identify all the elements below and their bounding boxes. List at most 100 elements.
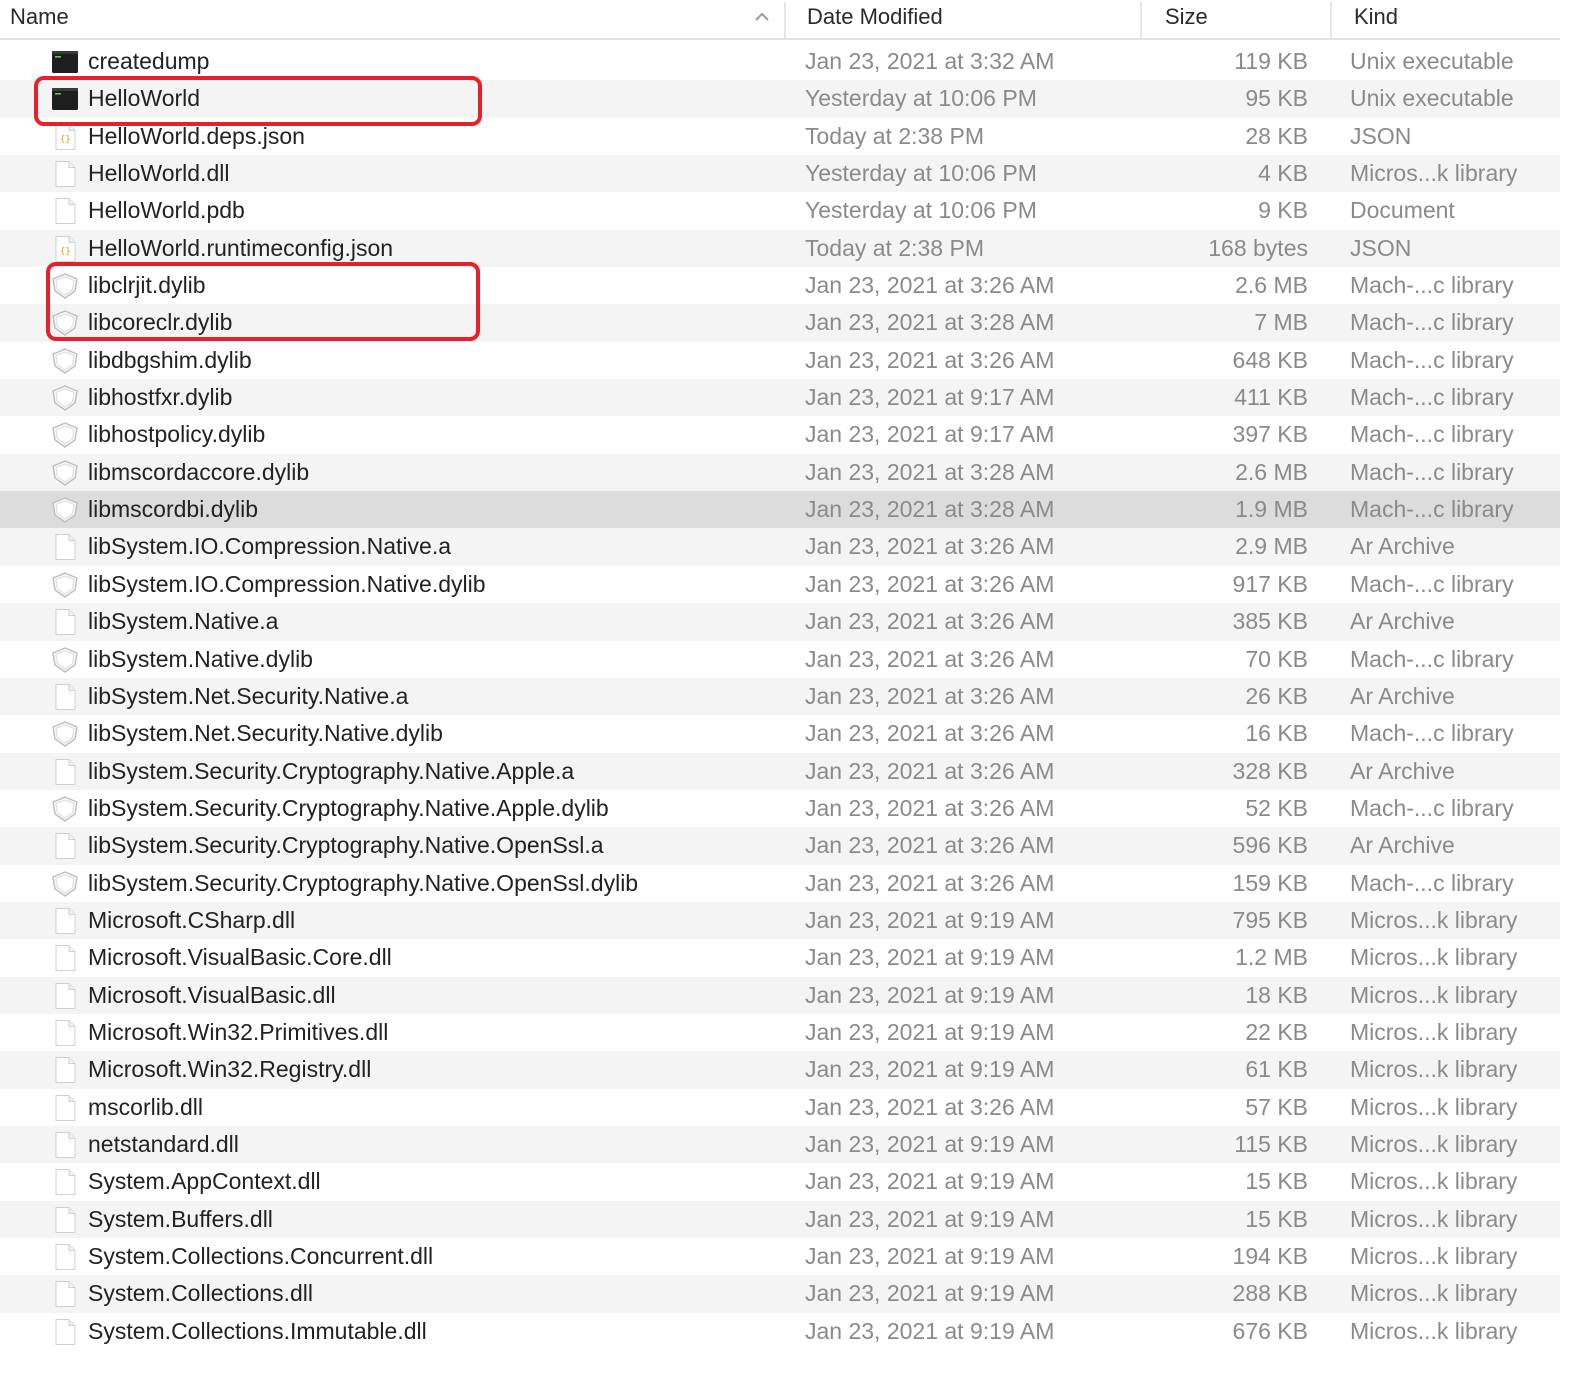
file-row-microsoft-win32-primitives-dll[interactable]: Microsoft.Win32.Primitives.dll Jan 23, 20…	[0, 1014, 1560, 1051]
file-kind: Mach-...c library	[1350, 496, 1514, 523]
file-size: 2.6 MB	[1235, 272, 1308, 299]
document-icon	[51, 1281, 79, 1308]
file-row-helloworld[interactable]: HelloWorld Yesterday at 10:06 PM 95 KB Unix…	[0, 80, 1560, 118]
file-row-helloworld-pdb[interactable]: HelloWorld.pdb Yesterday at 10:06 PM 9 KB D…	[0, 192, 1560, 229]
column-header-name[interactable]: Name	[10, 0, 69, 36]
document-icon	[51, 609, 79, 636]
file-row-libdbgshim-dylib[interactable]: libdbgshim.dylib Jan 23, 2021 at 3:26 AM 6…	[0, 342, 1560, 379]
file-name: System.Buffers.dll	[88, 1205, 273, 1232]
file-date-modified: Jan 23, 2021 at 9:19 AM	[805, 1205, 1055, 1232]
file-row-libsystem-io-compression-native-a[interactable]: libSystem.IO.Compression.Native.a Jan 23,…	[0, 528, 1560, 566]
document-icon	[51, 534, 79, 561]
file-row-helloworld-runtimeconfig-json[interactable]: {} HelloWorld.runtimeconfig.json Today at …	[0, 229, 1560, 268]
document-icon	[51, 982, 79, 1009]
file-kind: Micros...k library	[1350, 1056, 1518, 1083]
column-divider[interactable]	[784, 2, 786, 38]
file-date-modified: Jan 23, 2021 at 9:17 AM	[805, 384, 1055, 411]
file-size: 52 KB	[1245, 794, 1308, 821]
column-header-date-modified[interactable]: Date Modified	[807, 0, 943, 36]
file-kind: Micros...k library	[1350, 1093, 1518, 1120]
file-kind: Unix executable	[1350, 85, 1514, 112]
file-name: HelloWorld.pdb	[88, 197, 245, 224]
file-date-modified: Jan 23, 2021 at 3:26 AM	[805, 869, 1055, 896]
json-file-icon: {}	[51, 235, 79, 262]
file-row-netstandard-dll[interactable]: netstandard.dll Jan 23, 2021 at 9:19 AM 11…	[0, 1125, 1560, 1164]
document-icon	[51, 1094, 79, 1121]
file-row-libsystem-security-cryptography-native-apple-dylib[interactable]: libSystem.Security.Cryptography.Native.A…	[0, 790, 1560, 827]
column-divider[interactable]	[1330, 2, 1332, 38]
file-name: Microsoft.VisualBasic.Core.dll	[88, 944, 392, 971]
column-header-kind[interactable]: Kind	[1354, 0, 1398, 36]
file-row-microsoft-visualbasic-core-dll[interactable]: Microsoft.VisualBasic.Core.dll Jan 23, 20…	[0, 939, 1560, 976]
file-row-mscorlib-dll[interactable]: mscorlib.dll Jan 23, 2021 at 3:26 AM 57 KB…	[0, 1089, 1560, 1126]
file-size: 95 KB	[1245, 85, 1308, 112]
file-row-libhostfxr-dylib[interactable]: libhostfxr.dylib Jan 23, 2021 at 9:17 AM 4…	[0, 379, 1560, 417]
file-row-system-appcontext-dll[interactable]: System.AppContext.dll Jan 23, 2021 at 9:1…	[0, 1163, 1560, 1200]
file-row-libsystem-security-cryptography-native-openssl-a[interactable]: libSystem.Security.Cryptography.Native.O…	[0, 827, 1560, 865]
file-row-helloworld-dll[interactable]: HelloWorld.dll Yesterday at 10:06 PM 4 KB M…	[0, 155, 1560, 193]
file-row-libsystem-io-compression-native-dylib[interactable]: libSystem.IO.Compression.Native.dylib Jan…	[0, 566, 1560, 603]
file-size: 917 KB	[1232, 570, 1308, 597]
file-size: 2.6 MB	[1235, 458, 1308, 485]
document-icon	[51, 198, 79, 225]
file-kind: Mach-...c library	[1350, 720, 1514, 747]
file-name: Microsoft.Win32.Primitives.dll	[88, 1018, 389, 1045]
chevron-up-icon[interactable]	[752, 7, 772, 27]
file-row-libsystem-security-cryptography-native-openssl-dylib[interactable]: libSystem.Security.Cryptography.Native.O…	[0, 865, 1560, 902]
file-kind: Unix executable	[1350, 48, 1514, 74]
file-name: mscorlib.dll	[88, 1093, 204, 1120]
file-kind: Mach-...c library	[1350, 346, 1514, 373]
file-kind: Micros...k library	[1350, 906, 1518, 933]
file-date-modified: Yesterday at 10:06 PM	[805, 85, 1037, 112]
dylib-shield-icon	[51, 347, 79, 374]
file-row-system-collections-immutable-dll[interactable]: System.Collections.Immutable.dll Jan 23, …	[0, 1313, 1560, 1350]
file-name: netstandard.dll	[88, 1130, 239, 1157]
file-size: 1.9 MB	[1235, 496, 1308, 523]
file-row-system-collections-concurrent-dll[interactable]: System.Collections.Concurrent.dll Jan 23,…	[0, 1238, 1560, 1275]
file-row-createdump[interactable]: createdump Jan 23, 2021 at 3:32 AM 119 KB U…	[0, 43, 1560, 80]
file-row-libmscordbi-dylib[interactable]: libmscordbi.dylib Jan 23, 2021 at 3:28 AM…	[0, 491, 1560, 529]
file-size: 4 KB	[1258, 160, 1308, 187]
file-row-libsystem-native-dylib[interactable]: libSystem.Native.dylib Jan 23, 2021 at 3:…	[0, 641, 1560, 678]
file-row-libsystem-net-security-native-a[interactable]: libSystem.Net.Security.Native.a Jan 23, 2…	[0, 677, 1560, 716]
document-icon	[51, 945, 79, 972]
file-kind: Document	[1350, 197, 1455, 224]
file-row-microsoft-csharp-dll[interactable]: Microsoft.CSharp.dll Jan 23, 2021 at 9:19…	[0, 901, 1560, 940]
file-row-libmscordaccore-dylib[interactable]: libmscordaccore.dylib Jan 23, 2021 at 3:2…	[0, 453, 1560, 492]
dylib-shield-icon	[51, 721, 79, 748]
column-divider[interactable]	[1140, 2, 1142, 38]
file-row-libsystem-native-a[interactable]: libSystem.Native.a Jan 23, 2021 at 3:26 A…	[0, 603, 1560, 641]
file-row-libhostpolicy-dylib[interactable]: libhostpolicy.dylib Jan 23, 2021 at 9:17 …	[0, 416, 1560, 453]
file-row-system-buffers-dll[interactable]: System.Buffers.dll Jan 23, 2021 at 9:19 A…	[0, 1200, 1560, 1238]
file-row-libsystem-security-cryptography-native-apple-a[interactable]: libSystem.Security.Cryptography.Native.A…	[0, 752, 1560, 790]
document-icon	[51, 161, 79, 188]
file-size: 115 KB	[1234, 1130, 1308, 1157]
file-size: 795 KB	[1232, 906, 1308, 933]
dylib-shield-icon	[51, 422, 79, 449]
file-kind: Micros...k library	[1350, 1243, 1518, 1269]
document-icon	[51, 683, 79, 710]
file-row-microsoft-visualbasic-dll[interactable]: Microsoft.VisualBasic.dll Jan 23, 2021 at…	[0, 976, 1560, 1014]
file-name: libSystem.IO.Compression.Native.a	[88, 533, 452, 560]
file-date-modified: Jan 23, 2021 at 3:26 AM	[805, 346, 1055, 373]
file-name: libdbgshim.dylib	[88, 346, 252, 373]
file-name: libSystem.Net.Security.Native.a	[88, 682, 409, 709]
file-size: 1.2 MB	[1235, 944, 1308, 971]
document-icon	[51, 1019, 79, 1046]
file-row-system-collections-dll[interactable]: System.Collections.dll Jan 23, 2021 at 9:…	[0, 1275, 1560, 1313]
file-kind: JSON	[1350, 122, 1412, 149]
file-name: System.Collections.dll	[88, 1280, 313, 1307]
file-date-modified: Jan 23, 2021 at 9:19 AM	[805, 1018, 1055, 1045]
column-header-size[interactable]: Size	[1165, 0, 1208, 36]
file-kind: Mach-...c library	[1350, 570, 1514, 597]
file-row-libcoreclr-dylib[interactable]: libcoreclr.dylib Jan 23, 2021 at 3:28 AM 7…	[0, 304, 1560, 342]
file-row-helloworld-deps-json[interactable]: {} HelloWorld.deps.json Today at 2:38 PM 28…	[0, 118, 1560, 155]
file-row-microsoft-win32-registry-dll[interactable]: Microsoft.Win32.Registry.dll Jan 23, 2021…	[0, 1051, 1560, 1089]
file-row-libsystem-net-security-native-dylib[interactable]: libSystem.Net.Security.Native.dylib Jan 2…	[0, 715, 1560, 752]
dylib-shield-icon	[51, 870, 79, 897]
file-date-modified: Today at 2:38 PM	[805, 122, 984, 149]
file-row-libclrjit-dylib[interactable]: libclrjit.dylib Jan 23, 2021 at 3:26 AM 2.…	[0, 267, 1560, 304]
file-kind: Mach-...c library	[1350, 309, 1514, 336]
file-size: 596 KB	[1232, 832, 1308, 859]
terminal-exec-icon	[51, 49, 79, 75]
